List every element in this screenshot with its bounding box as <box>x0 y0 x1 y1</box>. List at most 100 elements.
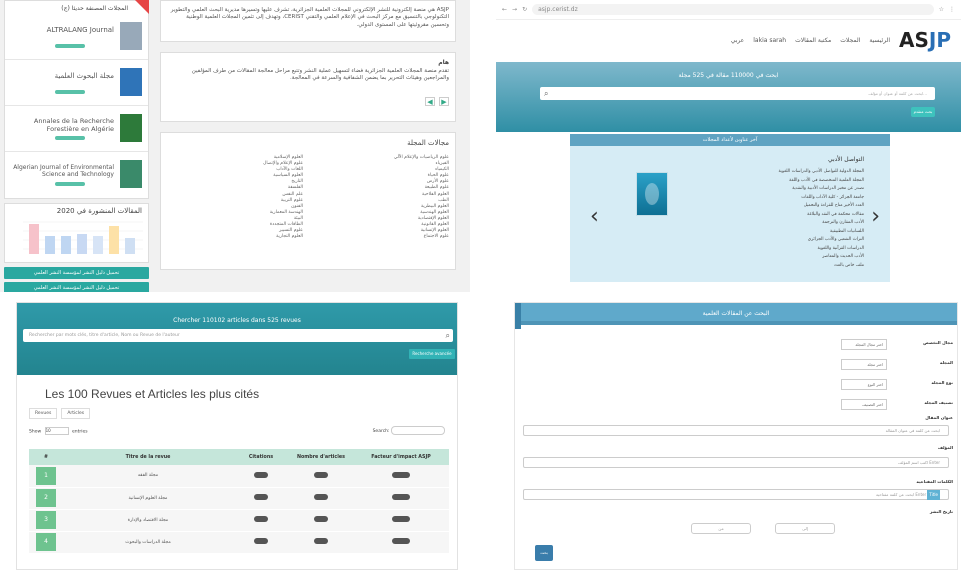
show-label: Show <box>29 429 42 434</box>
journal-cover-icon <box>120 114 142 142</box>
search-icon[interactable]: ⌕ <box>446 329 450 342</box>
journal-select[interactable]: اختر مجلة <box>841 359 887 370</box>
forward-icon[interactable]: → <box>512 6 517 13</box>
featured-line: المجلة الدولية للتواصل الأدبي والدراسات … <box>778 169 864 174</box>
featured-line: تصدر عن مخبر الدراسات الأدبية والنقدية <box>792 186 864 191</box>
journal-item[interactable]: مجلة البحوث العلمية <box>5 60 148 106</box>
back-icon[interactable]: ← <box>502 6 507 13</box>
col-title[interactable]: Titre de la revue <box>63 449 233 465</box>
journal-title-cell[interactable]: مجلة الاقتصاد والإدارة <box>63 509 233 532</box>
search-submit-button[interactable]: بحث <box>535 545 553 561</box>
notice-card: هام تقدم منصة المجلات العلمية الجزائرية … <box>160 52 456 122</box>
field-label: تصنيف المجلة <box>924 400 953 405</box>
class-select[interactable]: اختر التصنيف <box>841 399 887 410</box>
journal-tag <box>55 44 85 48</box>
tab-revues[interactable]: Revues <box>29 408 58 419</box>
specialties-title: مجالات المجلة <box>407 139 449 147</box>
chevron-right-icon[interactable]: › <box>871 206 880 228</box>
journal-cover-icon <box>120 160 142 188</box>
download-guide-button-2[interactable]: تحميل دليل النشر لمؤسسة النشر العلمي <box>4 282 149 292</box>
keywords-input[interactable]: ابحث عن كلمة مفتاحية Enter Title <box>523 489 949 500</box>
form-title: البحث عن المقالات العلمية <box>515 303 957 325</box>
featured-line: مقالات محكمة في النقد والبلاغة <box>807 211 864 217</box>
impact-cell <box>353 509 449 532</box>
specialty-link[interactable]: العلوم التجارية <box>167 234 303 240</box>
journal-item[interactable]: Annales de la Recherche Forestière en Al… <box>5 106 148 152</box>
about-text: ASJP هي منصة إلكترونية للنشر الإلكتروني … <box>170 7 449 28</box>
search-hero: Chercher 110102 articles dans 525 revues… <box>17 303 457 375</box>
table-row[interactable]: 1 مجلة الفقه <box>29 465 449 488</box>
year-to-input[interactable]: إلى <box>775 523 835 534</box>
title-input[interactable]: ابحث عن كلمة في عنوان المقالة <box>523 425 949 436</box>
nav-user[interactable]: lakia sarah <box>753 37 786 44</box>
logo-text: AS <box>899 28 929 52</box>
chart-bar <box>93 236 103 254</box>
search-input[interactable]: Rechercher par mots clés, titre d'articl… <box>23 329 453 342</box>
next-icon[interactable]: ▶ <box>439 96 449 106</box>
prev-icon[interactable]: ◀ <box>425 96 435 106</box>
download-guide-button[interactable]: تحميل دليل النشر لمؤسسة النشر العلمي <box>4 267 149 279</box>
featured-journal-carousel: ‹ › التواصل الأدبي المجلة الدولية للتواص… <box>570 146 890 282</box>
row-number-cell: 1 <box>29 465 63 488</box>
col-articles[interactable]: Nombre d'articles <box>289 449 353 465</box>
journal-tag <box>55 136 85 140</box>
impact-cell <box>353 487 449 510</box>
browser-bar: ← → ↻ asjp.cerist.dz ☆ ⋮ <box>496 0 961 20</box>
col-impact[interactable]: Facteur d'impact ASJP <box>353 449 449 465</box>
col-citations[interactable]: Citations <box>233 449 289 465</box>
nav-home[interactable]: الرئيسية <box>869 37 890 44</box>
ribbon-marker <box>135 0 149 14</box>
nav-journals[interactable]: المجلات <box>840 37 860 44</box>
journal-item[interactable]: Algerian Journal of Environmental Scienc… <box>5 152 148 198</box>
asjp-logo[interactable]: ASJP <box>899 28 951 52</box>
specialty-select[interactable]: اختر مجال المجلة <box>841 339 887 350</box>
specialty-link[interactable]: علوم الاجتماع <box>313 234 449 240</box>
featured-line: ملف خاص بالعدد <box>833 262 864 268</box>
author-input[interactable]: اكتب اسم المؤلف Enter <box>523 457 949 468</box>
keyword-tag[interactable]: Title <box>927 490 940 500</box>
table-search-input[interactable] <box>391 426 445 435</box>
journal-title-cell[interactable]: مجلة الفقه <box>63 465 233 488</box>
featured-line: التراث الشعبي والأدب الجزائري <box>807 237 864 242</box>
impact-cell <box>353 531 449 554</box>
featured-line: العدد الأخير متاح للقراءة والتحميل <box>803 203 864 208</box>
date-label: تاريخ النشر <box>929 509 953 514</box>
tab-articles[interactable]: Articles <box>61 408 91 419</box>
entries-select[interactable]: 10 <box>44 426 69 435</box>
address-bar[interactable]: asjp.cerist.dz <box>532 4 934 15</box>
star-icon[interactable]: ☆ <box>939 6 944 13</box>
nav-library[interactable]: مكتبة المقالات <box>795 37 831 44</box>
chevron-left-icon[interactable]: ‹ <box>590 206 599 228</box>
advanced-search-button[interactable]: Recherche avancée <box>409 349 455 359</box>
col-number[interactable]: # <box>29 449 63 465</box>
row-number-cell: 3 <box>29 509 63 532</box>
articles-value-badge <box>314 516 328 522</box>
specialties-list-1: علوم الرياضيات والإعلام الآلي الفيزياء الك… <box>313 155 449 240</box>
journal-cover-image[interactable] <box>636 172 668 216</box>
table-row[interactable]: 2 مجلة العلوم الإنسانية <box>29 487 449 510</box>
keywords-placeholder: ابحث عن كلمة مفتاحية Enter <box>876 492 927 497</box>
table-row[interactable]: 4 مجلة الدراسات والبحوث <box>29 531 449 554</box>
top-cited-table: # Titre de la revue Citations Nombre d'a… <box>29 449 449 554</box>
journal-item[interactable]: ALTRALANG Journal <box>5 14 148 60</box>
featured-title[interactable]: التواصل الأدبي <box>828 156 864 163</box>
year-from-input[interactable]: من <box>691 523 751 534</box>
reload-icon[interactable]: ↻ <box>522 6 527 13</box>
field-label: نوع المجلة <box>931 380 953 385</box>
field-type: نوع المجلة اختر النوع <box>515 379 957 390</box>
impact-value-badge <box>392 538 410 544</box>
entries-label: entries <box>72 429 88 434</box>
advanced-search-button[interactable]: بحث متقدم <box>911 107 935 117</box>
journal-title-cell[interactable]: مجلة الدراسات والبحوث <box>63 531 233 554</box>
search-icon[interactable]: ⌕ <box>544 87 548 100</box>
menu-icon[interactable]: ⋮ <box>949 6 955 13</box>
page-title: Les 100 Revues et Articles les plus cité… <box>45 387 260 401</box>
impact-cell <box>353 465 449 488</box>
table-row[interactable]: 3 مجلة الاقتصاد والإدارة <box>29 509 449 532</box>
sidebar-title: المجلات المصنفة حديثا (ج) <box>61 5 128 12</box>
nav-language[interactable]: عربي <box>731 37 745 44</box>
type-select[interactable]: اختر النوع <box>841 379 887 390</box>
specialties-card: مجالات المجلة علوم الرياضيات والإعلام ال… <box>160 132 456 270</box>
journal-title-cell[interactable]: مجلة العلوم الإنسانية <box>63 487 233 510</box>
search-input[interactable]: ⌕ ابحث عن كلمة أو عنوان أو مؤلف... <box>540 87 935 100</box>
